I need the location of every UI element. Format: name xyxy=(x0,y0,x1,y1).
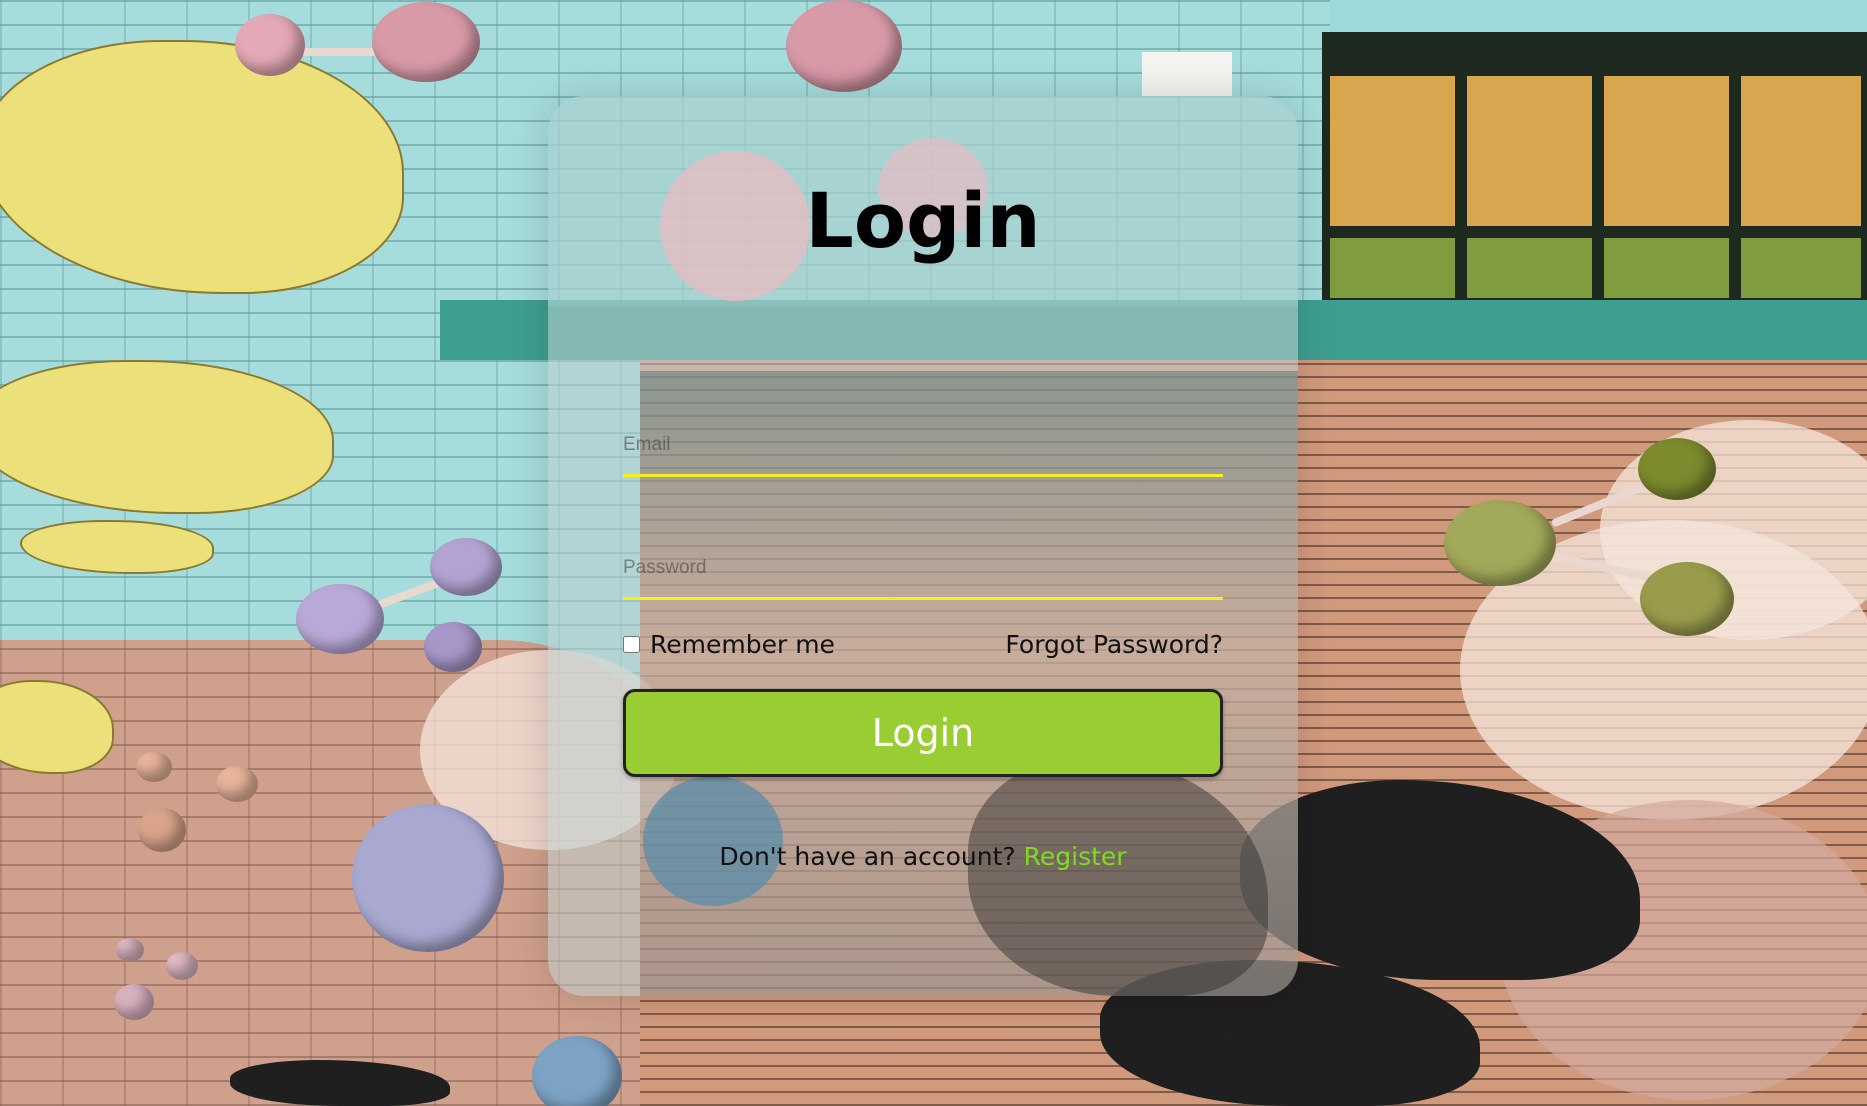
remember-me-checkbox[interactable] xyxy=(623,635,640,653)
register-link[interactable]: Register xyxy=(1024,842,1127,871)
remember-me-label: Remember me xyxy=(650,629,835,659)
login-page: Login Remember me Forgot Password? Login… xyxy=(0,0,1867,1106)
password-field-wrapper xyxy=(623,533,1223,600)
register-prompt-row: Don't have an account? Register xyxy=(548,842,1298,871)
remember-me[interactable]: Remember me xyxy=(623,630,835,659)
login-button[interactable]: Login xyxy=(623,689,1223,777)
register-prompt-text: Don't have an account? xyxy=(719,842,1016,871)
login-title: Login xyxy=(805,176,1041,265)
forgot-password-link[interactable]: Forgot Password? xyxy=(1005,630,1223,659)
building-window xyxy=(1322,32,1867,302)
login-card: Login Remember me Forgot Password? Login… xyxy=(548,96,1298,996)
email-field-wrapper xyxy=(623,410,1223,477)
wall-lamp xyxy=(1142,52,1232,96)
email-input[interactable] xyxy=(623,420,1223,470)
card-backdrop-blob xyxy=(643,776,783,906)
password-input[interactable] xyxy=(623,543,1223,593)
login-options-row: Remember me Forgot Password? xyxy=(623,626,1223,662)
